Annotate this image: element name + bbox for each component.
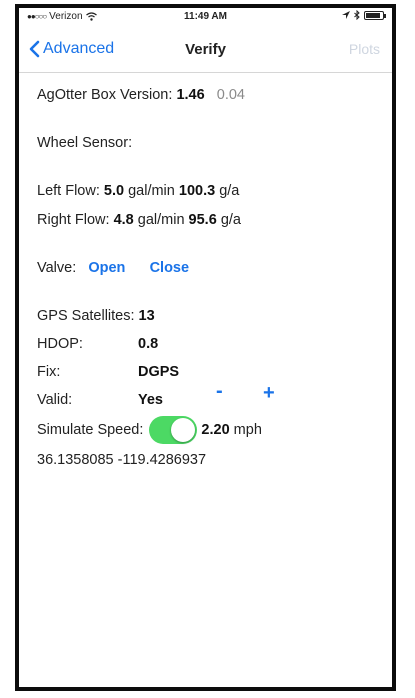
simulate-speed-toggle[interactable] (149, 416, 198, 445)
left-flow-row: Left Flow: 5.0 gal/min 100.3 g/a (37, 183, 239, 199)
right-flow-rate-unit: gal/min (137, 212, 185, 228)
left-flow-area-unit: g/a (219, 183, 240, 199)
version-row: AgOtter Box Version: 1.46 0.04 (37, 87, 245, 103)
coordinates-row: 36.1358085 -119.4286937 (37, 452, 206, 468)
version-secondary: 0.04 (216, 87, 245, 103)
left-flow-rate: 5.0 (103, 183, 125, 199)
simulate-speed-row: Simulate Speed: 2.20 mph (37, 416, 262, 445)
page-title: Verify (185, 41, 226, 58)
fix-label: Fix: (37, 364, 61, 380)
valid-label: Valid: (37, 392, 73, 408)
valve-label: Valve: (37, 260, 77, 276)
left-flow-label: Left Flow: (37, 183, 100, 199)
valid-value: Yes (138, 392, 163, 408)
wheel-sensor-row: Wheel Sensor: (37, 135, 132, 151)
location-icon (342, 10, 350, 19)
hdop-row: HDOP: 0.8 (37, 336, 158, 352)
fix-value: DGPS (138, 364, 180, 380)
speed-decrement-button[interactable]: - (216, 380, 223, 403)
navigation-bar: Advanced Verify Plots (19, 28, 392, 73)
right-flow-label: Right Flow: (37, 212, 110, 228)
fix-row: Fix: DGPS (37, 364, 179, 380)
right-flow-rate: 4.8 (113, 212, 134, 228)
left-flow-area: 100.3 (178, 183, 216, 199)
simulate-speed-label: Simulate Speed: (37, 422, 144, 438)
longitude-value: -119.4286937 (117, 452, 207, 468)
right-flow-area: 95.6 (188, 212, 217, 228)
valve-open-button[interactable]: Open (88, 260, 125, 276)
plots-button[interactable]: Plots (349, 41, 380, 57)
simulate-speed-unit: mph (233, 422, 262, 438)
toggle-knob (171, 418, 196, 443)
wheel-sensor-label: Wheel Sensor: (37, 135, 133, 151)
battery-icon (364, 10, 386, 20)
gps-satellites-row: GPS Satellites: 13 (37, 308, 155, 324)
right-flow-area-unit: g/a (220, 212, 241, 228)
hdop-value: 0.8 (138, 336, 159, 352)
speed-increment-button[interactable]: + (263, 382, 275, 405)
right-flow-row: Right Flow: 4.8 gal/min 95.6 g/a (37, 212, 241, 228)
gps-satellites-label: GPS Satellites: (37, 308, 135, 324)
status-bar: ●●○○○ Verizon 11:49 AM (19, 8, 392, 26)
version-label: AgOtter Box Version: (37, 87, 173, 103)
simulate-speed-value: 2.20 (201, 422, 230, 438)
valve-row: Valve: Open Close (37, 260, 189, 276)
latitude-value: 36.1358085 (37, 452, 114, 468)
valve-close-button[interactable]: Close (150, 260, 190, 276)
bluetooth-icon (354, 10, 360, 20)
valid-row: Valid: Yes (37, 392, 163, 408)
hdop-label: HDOP: (37, 336, 83, 352)
gps-satellites-value: 13 (138, 308, 155, 324)
left-flow-rate-unit: gal/min (128, 183, 175, 199)
status-time: 11:49 AM (184, 11, 227, 22)
version-value: 1.46 (176, 87, 205, 103)
phone-frame: ●●○○○ Verizon 11:49 AM Advanced Verify P… (15, 4, 396, 691)
status-right (342, 10, 386, 20)
